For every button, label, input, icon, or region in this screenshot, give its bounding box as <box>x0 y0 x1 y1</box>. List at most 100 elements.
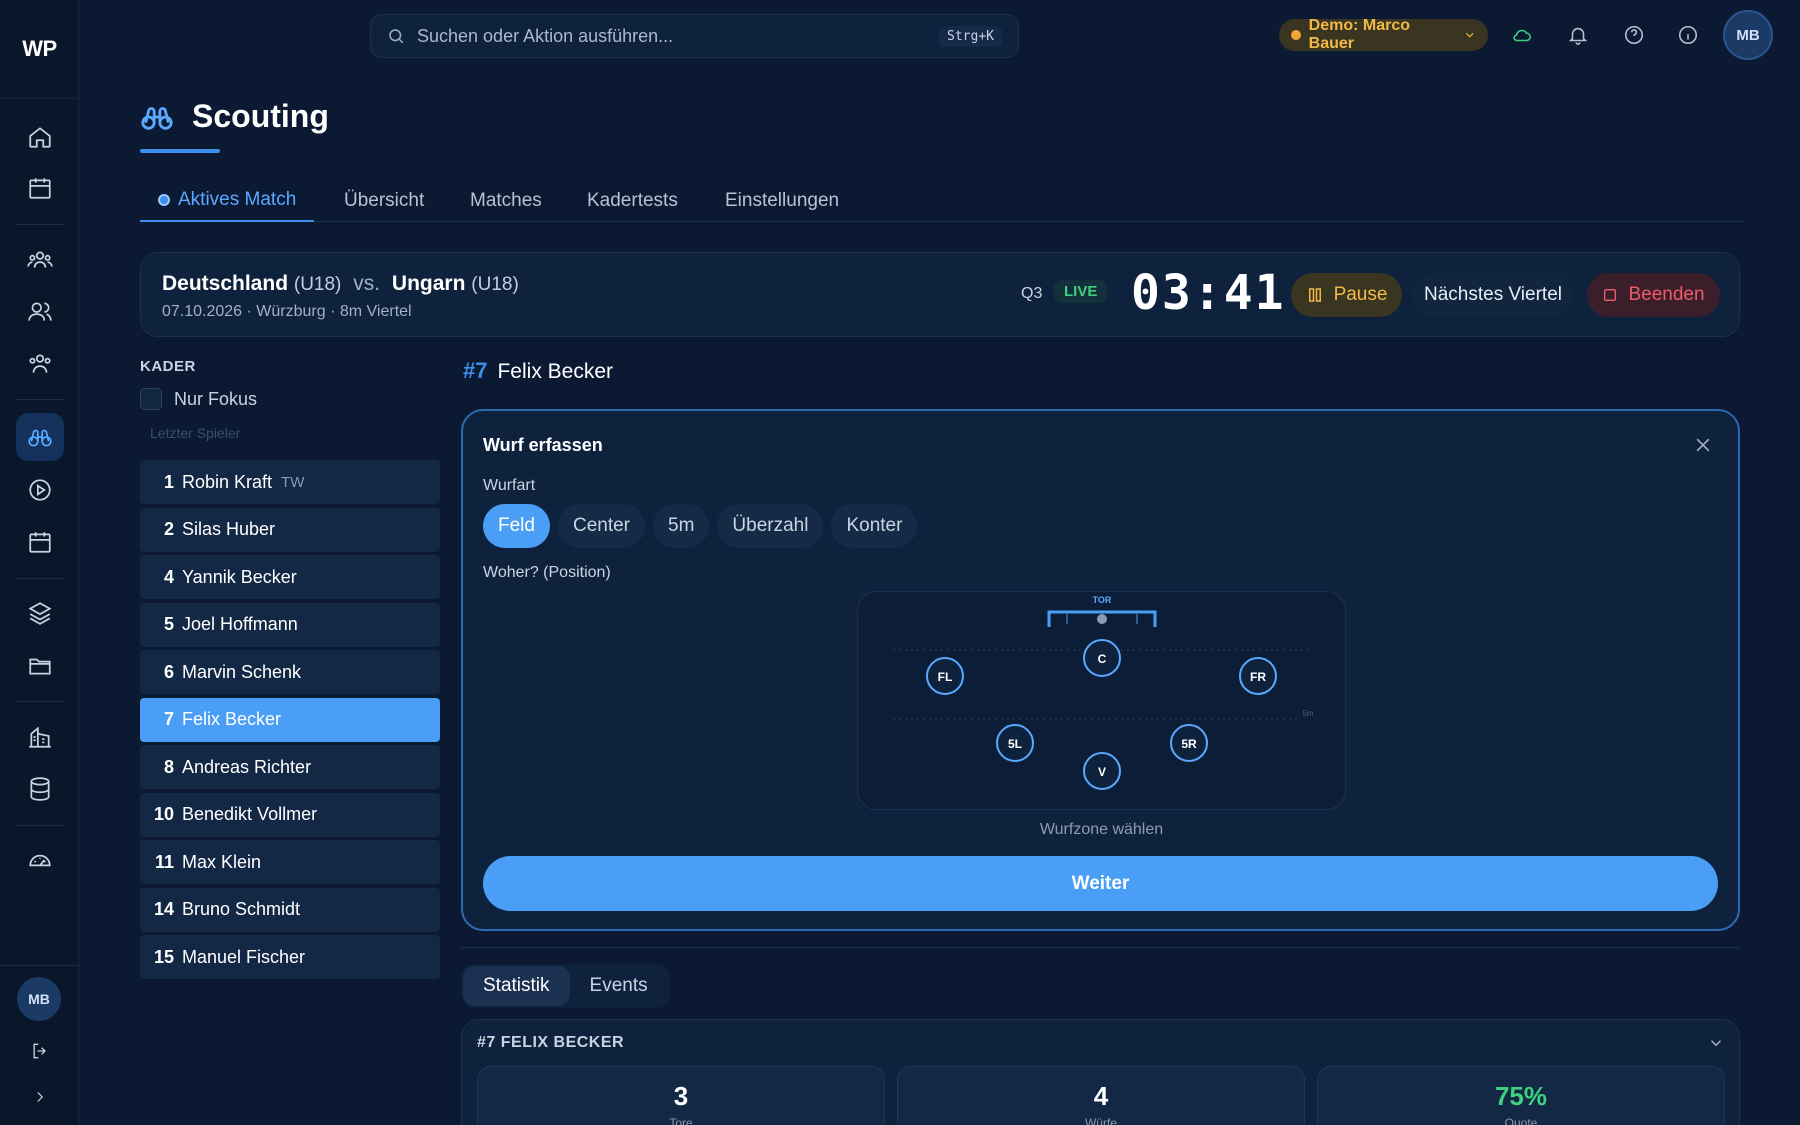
player-number: 2 <box>163 519 174 539</box>
bell-icon[interactable] <box>1564 21 1592 49</box>
match-header-card: Deutschland (U18) vs. Ungarn (U18) 07.10… <box>140 252 1740 337</box>
main-tabs: Aktives Match Übersicht Matches Kadertes… <box>140 180 1745 222</box>
page-title: Scouting <box>192 98 329 134</box>
search-input[interactable]: Suchen oder Aktion ausführen... <box>417 26 939 47</box>
goal-label: TOR <box>1093 595 1112 605</box>
tab-events[interactable]: Events <box>570 966 668 1006</box>
team-icon[interactable] <box>16 236 64 284</box>
tab-label: Aktives Match <box>178 189 297 210</box>
database-icon[interactable] <box>16 765 64 813</box>
chip-center[interactable]: Center <box>557 504 645 548</box>
zone-5l[interactable]: 5L <box>996 724 1034 762</box>
focus-checkbox[interactable] <box>140 388 162 410</box>
home-team: Deutschland <box>162 272 289 295</box>
users-icon[interactable] <box>16 288 64 336</box>
user-avatar[interactable]: MB <box>17 977 61 1021</box>
status-dot <box>1291 30 1301 40</box>
chip-5m[interactable]: 5m <box>653 504 710 548</box>
tab-active-match[interactable]: Aktives Match <box>140 180 315 222</box>
player-row[interactable]: 6 Marvin Schenk <box>140 650 440 694</box>
player-name: Benedikt Vollmer <box>182 804 318 824</box>
zone-fr[interactable]: FR <box>1239 657 1277 695</box>
player-row-selected[interactable]: 7 Felix Becker <box>140 697 440 742</box>
player-row[interactable]: 8 Andreas Richter <box>140 745 440 789</box>
player-number: 4 <box>163 566 174 587</box>
layers-icon[interactable] <box>16 589 64 637</box>
player-row[interactable]: 1 Robin Kraft TW <box>140 460 440 504</box>
home-age: (U18) <box>293 274 342 295</box>
stat-value: 75% <box>1494 1081 1548 1111</box>
player-name: Yannik Becker <box>182 566 297 587</box>
page-header: Scouting <box>140 98 329 135</box>
player-row[interactable]: 5 Joel Hoffmann <box>140 602 440 647</box>
stat-label: Tore <box>669 1116 693 1125</box>
player-row[interactable]: 10 Benedikt Vollmer <box>140 792 440 837</box>
player-row[interactable]: 4 Yannik Becker <box>140 555 440 599</box>
player-number: 8 <box>163 756 174 777</box>
player-row[interactable]: 14 Bruno Schmidt <box>140 887 440 932</box>
tab-settings[interactable]: Einstellungen <box>725 180 839 222</box>
chip-counter[interactable]: Konter <box>831 504 918 548</box>
chip-field[interactable]: Feld <box>483 504 550 548</box>
match-timer: 03:41 <box>1131 265 1286 321</box>
stat-rate: 75% Quote <box>1317 1066 1725 1125</box>
search-bar[interactable]: Suchen oder Aktion ausführen... Strg+K <box>370 14 1019 58</box>
demo-user-selector[interactable]: Demo: Marco Bauer <box>1279 17 1488 52</box>
svg-text:5L: 5L <box>1008 737 1022 751</box>
cloud-icon[interactable] <box>1508 21 1536 49</box>
live-dot-icon <box>158 194 170 206</box>
tab-statistics[interactable]: Statistik <box>463 966 570 1006</box>
player-row[interactable]: 11 Max Klein <box>140 840 440 884</box>
focus-label: Nur Fokus <box>174 388 258 409</box>
folder-icon[interactable] <box>16 642 64 690</box>
line-5m-label: 5m <box>1302 709 1313 718</box>
player-row[interactable]: 15 Manuel Fischer <box>140 935 440 979</box>
tab-overview[interactable]: Übersicht <box>344 180 424 222</box>
continue-button[interactable]: Weiter <box>483 856 1718 911</box>
tab-squad-tests[interactable]: Kadertests <box>587 180 678 222</box>
shot-card-title: Wurf erfassen <box>483 435 603 455</box>
end-match-button[interactable]: Beenden <box>1587 273 1720 317</box>
player-row[interactable]: 2 Silas Huber <box>140 507 440 552</box>
chevron-down-icon[interactable] <box>1707 1034 1725 1057</box>
pause-button[interactable]: Pause <box>1291 273 1402 317</box>
next-quarter-button[interactable]: Nächstes Viertel <box>1413 273 1573 317</box>
building-icon[interactable] <box>16 713 64 761</box>
zone-hint: Wurfzone wählen <box>1039 821 1164 838</box>
zone-fl[interactable]: FL <box>926 657 964 695</box>
close-icon[interactable] <box>1693 435 1713 455</box>
stop-icon <box>1604 289 1617 301</box>
chevron-right-icon[interactable] <box>16 1073 64 1121</box>
info-icon[interactable] <box>1674 21 1702 49</box>
match-meta: 07.10.2026 · Würzburg · 8m Viertel <box>162 303 412 320</box>
calendar-2-icon[interactable] <box>16 518 64 566</box>
logout-icon[interactable] <box>16 1027 64 1075</box>
player-number: 5 <box>163 614 174 634</box>
binoculars-icon[interactable] <box>16 413 64 461</box>
pause-label: Pause <box>1333 284 1388 305</box>
zone-c[interactable]: C <box>1083 639 1121 677</box>
title-underline <box>140 149 220 153</box>
match-teams: Deutschland (U18) vs. Ungarn (U18) <box>162 272 519 296</box>
zone-v[interactable]: V <box>1083 752 1121 790</box>
play-icon[interactable] <box>16 466 64 514</box>
group-icon[interactable] <box>16 340 64 388</box>
player-number: 1 <box>163 471 174 492</box>
search-shortcut: Strg+K <box>939 25 1002 47</box>
calendar-icon[interactable] <box>16 164 64 212</box>
stats-title: #7 FELIX BECKER <box>477 1034 625 1051</box>
help-icon[interactable] <box>1620 21 1648 49</box>
focus-filter[interactable]: Nur Fokus <box>140 388 257 410</box>
zone-5r[interactable]: 5R <box>1170 724 1208 762</box>
app-logo[interactable]: WP <box>0 0 79 99</box>
live-badge: LIVE <box>1054 280 1108 303</box>
tab-matches[interactable]: Matches <box>470 180 542 222</box>
squad-heading: KADER <box>140 358 196 375</box>
position-label: Woher? (Position) <box>483 564 611 581</box>
home-icon[interactable] <box>16 113 64 161</box>
gauge-icon[interactable] <box>16 836 64 884</box>
shot-type-chips: Feld Center 5m Überzahl Konter <box>483 504 918 548</box>
top-avatar[interactable]: MB <box>1723 10 1773 60</box>
chip-powerplay[interactable]: Überzahl <box>717 504 824 548</box>
svg-text:5R: 5R <box>1181 737 1197 751</box>
